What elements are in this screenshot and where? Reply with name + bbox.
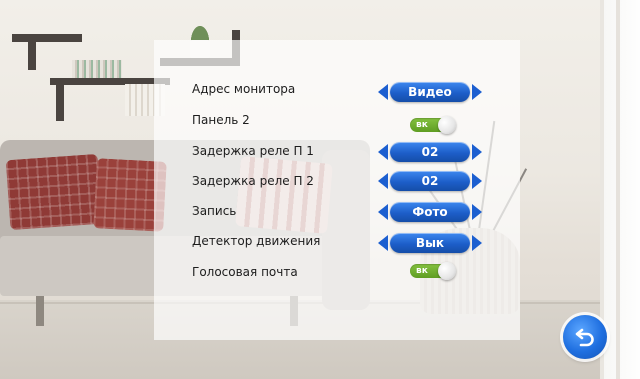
wall-shelf: [28, 42, 36, 70]
triangle-left-icon[interactable]: [378, 84, 388, 100]
pillow-image: [5, 153, 103, 231]
sofa-leg: [36, 296, 44, 326]
triangle-left-icon[interactable]: [378, 204, 388, 220]
recording-value[interactable]: Фото: [390, 202, 470, 222]
relay-delay-1-selector[interactable]: 02: [378, 142, 482, 162]
toggle-knob[interactable]: [438, 116, 456, 134]
shelf-books: [72, 60, 122, 78]
plant-image: [184, 14, 216, 42]
relay-delay-1-value[interactable]: 02: [390, 142, 470, 162]
motion-detector-selector[interactable]: Вык: [378, 233, 482, 253]
monitor-address-value[interactable]: Видео: [390, 82, 470, 102]
window-background: [600, 0, 640, 379]
voicemail-toggle[interactable]: вк: [410, 262, 456, 280]
triangle-right-icon[interactable]: [472, 84, 482, 100]
relay-delay-2-selector[interactable]: 02: [378, 171, 482, 191]
back-arrow-icon: [575, 328, 594, 347]
triangle-right-icon[interactable]: [472, 235, 482, 251]
triangle-left-icon[interactable]: [378, 173, 388, 189]
relay-delay-1-label: Задержка реле П 1: [192, 144, 314, 158]
wall-shelf: [56, 85, 64, 121]
recording-selector[interactable]: Фото: [378, 202, 482, 222]
triangle-left-icon[interactable]: [378, 144, 388, 160]
relay-delay-2-label: Задержка реле П 2: [192, 174, 314, 188]
triangle-left-icon[interactable]: [378, 235, 388, 251]
panel-2-toggle[interactable]: вк: [410, 116, 456, 134]
monitor-address-selector[interactable]: Видео: [378, 82, 482, 102]
triangle-right-icon[interactable]: [472, 204, 482, 220]
toggle-knob[interactable]: [438, 262, 456, 280]
motion-detector-value[interactable]: Вык: [390, 233, 470, 253]
recording-label: Запись: [192, 204, 237, 218]
back-button[interactable]: [563, 315, 607, 359]
wall-shelf: [12, 34, 82, 42]
triangle-right-icon[interactable]: [472, 144, 482, 160]
motion-detector-label: Детектор движения: [192, 234, 321, 248]
settings-screen: Адрес монитора Видео Панель 2 вк Задержк…: [0, 0, 640, 379]
triangle-right-icon[interactable]: [472, 173, 482, 189]
relay-delay-2-value[interactable]: 02: [390, 171, 470, 191]
voicemail-label: Голосовая почта: [192, 265, 298, 279]
panel-2-label: Панель 2: [192, 113, 250, 127]
monitor-address-label: Адрес монитора: [192, 82, 296, 96]
